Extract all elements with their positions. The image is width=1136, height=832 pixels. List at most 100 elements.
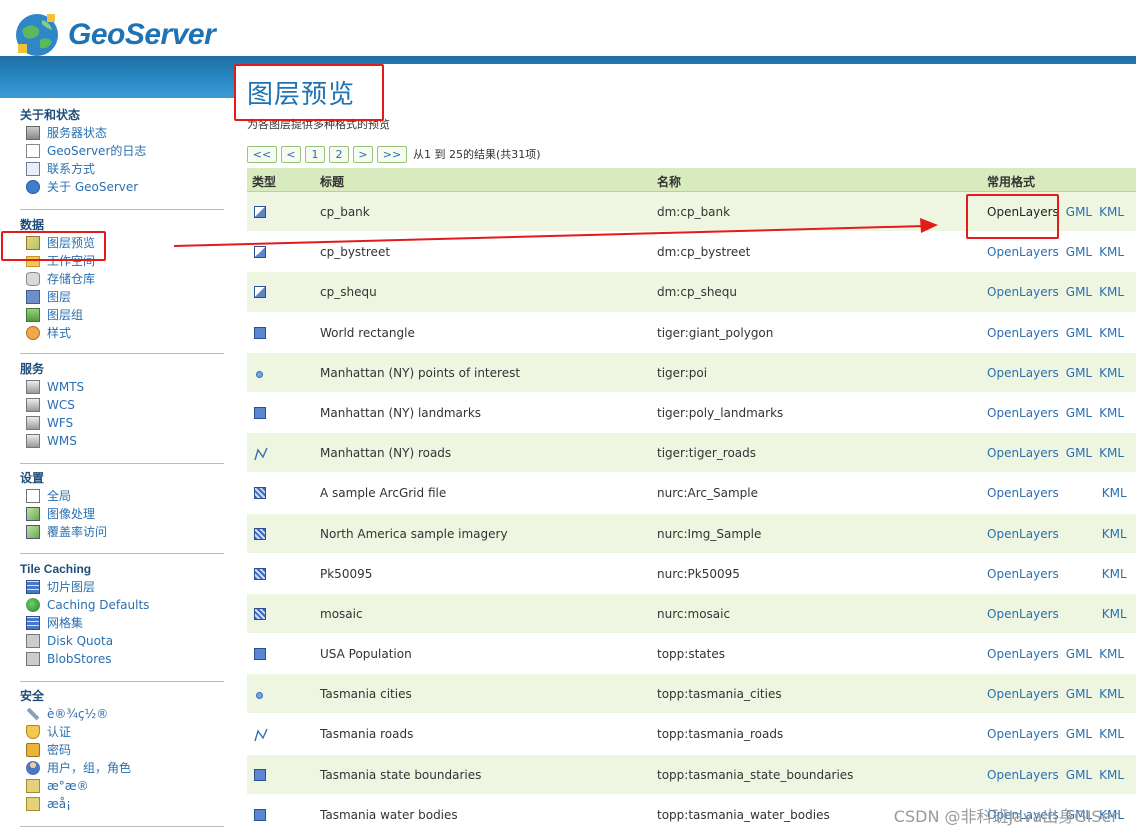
- first-page-button[interactable]: <<: [247, 145, 277, 163]
- kml-link[interactable]: KML: [1099, 245, 1124, 259]
- sidebar-item[interactable]: 覆盖率访问: [20, 523, 224, 541]
- gml-link[interactable]: GML: [1066, 446, 1092, 460]
- sidebar-item[interactable]: Caching Defaults: [20, 596, 224, 614]
- format-links: OpenLayers GML KML: [987, 768, 1131, 782]
- openlayers-link[interactable]: OpenLayers: [987, 687, 1059, 701]
- layer-title: Manhattan (NY) points of interest: [320, 365, 521, 380]
- sidebar-item[interactable]: BlobStores: [20, 650, 224, 668]
- gml-link[interactable]: GML: [1066, 366, 1092, 380]
- kml-link[interactable]: KML: [1099, 406, 1124, 420]
- page-2-button[interactable]: 2: [329, 145, 349, 163]
- sidebar-item[interactable]: 关于 GeoServer: [20, 178, 224, 196]
- gml-link[interactable]: GML: [1066, 245, 1092, 259]
- kml-link[interactable]: KML: [1102, 527, 1127, 541]
- sidebar-divider: [20, 353, 224, 354]
- kml-link[interactable]: KML: [1102, 486, 1127, 500]
- gml-link[interactable]: GML: [1066, 326, 1092, 340]
- kml-link[interactable]: KML: [1099, 366, 1124, 380]
- sidebar-item[interactable]: GeoServer的日志: [20, 142, 224, 160]
- sidebar-item[interactable]: WCS: [20, 396, 224, 414]
- openlayers-link[interactable]: OpenLayers: [987, 527, 1059, 541]
- openlayers-link[interactable]: OpenLayers: [987, 486, 1059, 500]
- openlayers-link[interactable]: OpenLayers: [987, 647, 1059, 661]
- openlayers-link[interactable]: OpenLayers: [987, 446, 1059, 460]
- kml-link[interactable]: KML: [1099, 687, 1124, 701]
- gml-link[interactable]: GML: [1066, 647, 1092, 661]
- sidebar-item[interactable]: 图层: [20, 288, 224, 306]
- sidebar-item-label: 图层: [47, 290, 72, 304]
- openlayers-link[interactable]: OpenLayers: [987, 326, 1059, 340]
- shield-icon: [26, 725, 40, 739]
- table-row: Tasmania roads topp:tasmania_roads OpenLay…: [247, 714, 1136, 755]
- kml-link[interactable]: KML: [1102, 607, 1127, 621]
- last-page-button[interactable]: >>: [377, 145, 407, 163]
- sidebar-item[interactable]: 样式: [20, 324, 224, 342]
- sidebar-section-title: 关于和状态: [20, 108, 81, 122]
- kml-link[interactable]: KML: [1099, 285, 1124, 299]
- kml-link[interactable]: KML: [1099, 446, 1124, 460]
- sidebar-item[interactable]: WMS: [20, 432, 224, 450]
- gml-link[interactable]: GML: [1066, 285, 1092, 299]
- layer-title: Tasmania state boundaries: [320, 767, 482, 782]
- openlayers-link[interactable]: OpenLayers: [987, 245, 1059, 259]
- layer-type-cell: [254, 206, 266, 221]
- layer-icon: [26, 290, 40, 304]
- column-name[interactable]: 名称: [657, 173, 681, 190]
- sidebar-item[interactable]: 切片图层: [20, 578, 224, 596]
- column-type[interactable]: 类型: [252, 173, 276, 190]
- prev-page-button[interactable]: <: [281, 145, 301, 163]
- geoserver-logo-icon[interactable]: [12, 10, 62, 60]
- openlayers-link[interactable]: OpenLayers: [987, 607, 1059, 621]
- gml-link[interactable]: GML: [1066, 205, 1092, 219]
- column-title[interactable]: 标题: [320, 173, 344, 190]
- gml-link[interactable]: GML: [1066, 727, 1092, 741]
- gml-link[interactable]: GML: [1066, 687, 1092, 701]
- sidebar-item[interactable]: æ°æ®: [20, 777, 224, 795]
- sidebar-section-title: Tile Caching: [20, 562, 92, 576]
- sidebar-item[interactable]: 用户，组，角色: [20, 759, 224, 777]
- openlayers-link[interactable]: OpenLayers: [987, 567, 1059, 581]
- sidebar-divider: [20, 209, 224, 210]
- sidebar-item[interactable]: æå¡: [20, 795, 224, 813]
- next-page-button[interactable]: >: [353, 145, 373, 163]
- format-links: OpenLayers GML KML: [987, 687, 1131, 701]
- layer-title: Manhattan (NY) roads: [320, 446, 452, 461]
- sidebar-section-title: 安全: [20, 689, 45, 703]
- sidebar-item[interactable]: 全局: [20, 487, 224, 505]
- sidebar-item[interactable]: Disk Quota: [20, 632, 224, 650]
- sidebar-section: 服务 WMTS WCS WFS WMS: [20, 360, 224, 450]
- service-icon: [26, 398, 40, 412]
- polygon-layer-icon: [254, 768, 266, 781]
- gml-link[interactable]: GML: [1066, 768, 1092, 782]
- sidebar-item[interactable]: WMTS: [20, 378, 224, 396]
- kml-link[interactable]: KML: [1099, 768, 1124, 782]
- sidebar-item[interactable]: è®¾ç½®: [20, 705, 224, 723]
- gml-link[interactable]: GML: [1066, 406, 1092, 420]
- openlayers-link[interactable]: OpenLayers: [987, 727, 1059, 741]
- sidebar-item-label: WMTS: [47, 380, 85, 394]
- kml-link[interactable]: KML: [1099, 727, 1124, 741]
- sidebar-item[interactable]: 认证: [20, 723, 224, 741]
- openlayers-link[interactable]: OpenLayers: [987, 768, 1059, 782]
- sidebar-item[interactable]: 密码: [20, 741, 224, 759]
- openlayers-link[interactable]: OpenLayers: [987, 406, 1059, 420]
- sidebar-item[interactable]: 图层组: [20, 306, 224, 324]
- format-links: OpenLayers KML: [987, 567, 1134, 581]
- sidebar-item[interactable]: WFS: [20, 414, 224, 432]
- log-document-icon: [26, 144, 40, 158]
- kml-link[interactable]: KML: [1102, 567, 1127, 581]
- logo-text[interactable]: GeoServer: [68, 18, 216, 52]
- layer-name: nurc:mosaic: [657, 606, 731, 621]
- sidebar-item[interactable]: 服务器状态: [20, 124, 224, 142]
- openlayers-link[interactable]: OpenLayers: [987, 366, 1059, 380]
- page-1-button[interactable]: 1: [305, 145, 325, 163]
- kml-link[interactable]: KML: [1099, 326, 1124, 340]
- kml-link[interactable]: KML: [1099, 205, 1124, 219]
- sidebar-item[interactable]: 联系方式: [20, 160, 224, 178]
- openlayers-link[interactable]: OpenLayers: [987, 285, 1059, 299]
- sidebar-item[interactable]: 图像处理: [20, 505, 224, 523]
- kml-link[interactable]: KML: [1099, 647, 1124, 661]
- sidebar-item[interactable]: 网格集: [20, 614, 224, 632]
- layer-type-cell: [254, 246, 266, 261]
- sidebar-item[interactable]: 存储仓库: [20, 270, 224, 288]
